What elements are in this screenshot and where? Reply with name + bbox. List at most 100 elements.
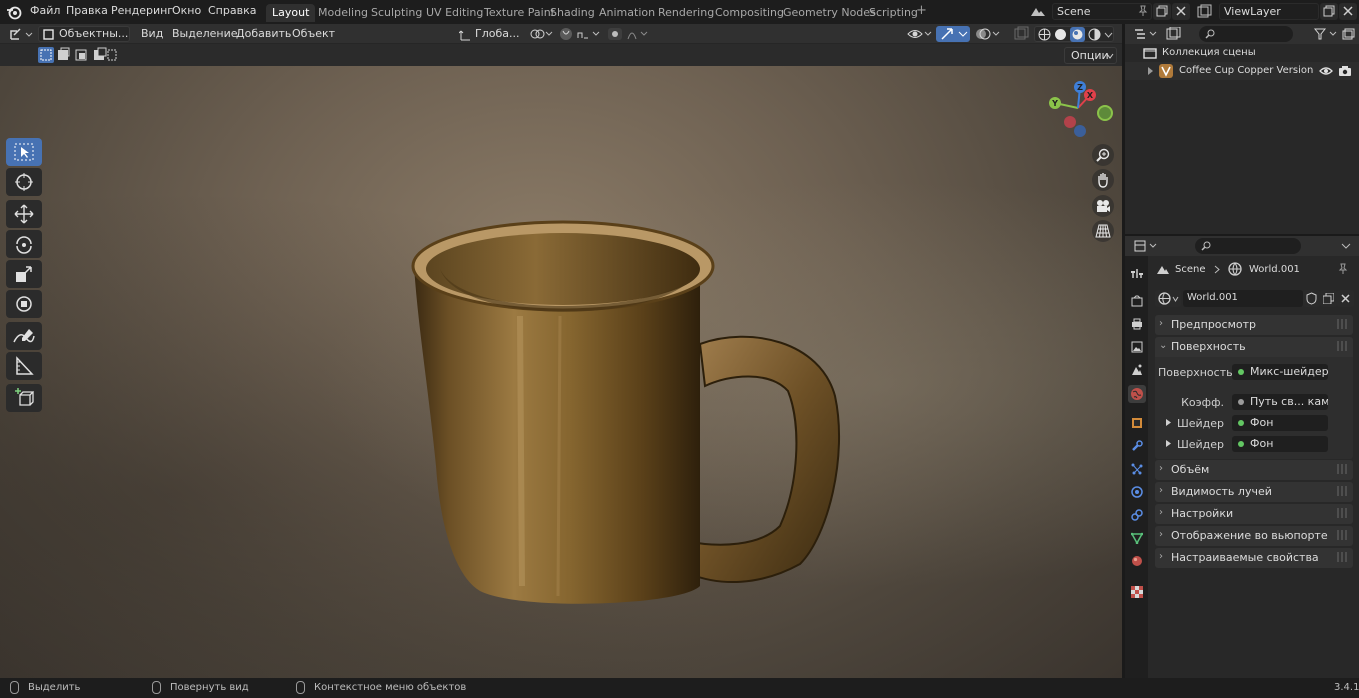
menu-select[interactable]: Выделение xyxy=(168,26,242,42)
pin-icon[interactable] xyxy=(1337,263,1349,275)
scene-selector-icon[interactable] xyxy=(1028,4,1050,20)
new-scene-button[interactable] xyxy=(1153,3,1171,20)
menu-window[interactable]: Окно xyxy=(172,4,201,17)
drag-grip-icon[interactable] xyxy=(1337,341,1349,351)
new-world-button[interactable] xyxy=(1320,290,1337,307)
tab-constraints[interactable] xyxy=(1128,506,1146,524)
menu-object[interactable]: Объект xyxy=(288,26,339,42)
area-divider[interactable] xyxy=(1122,24,1125,678)
navigation-gizmo[interactable]: X Y Z xyxy=(1040,76,1120,146)
menu-view[interactable]: Вид xyxy=(137,26,167,42)
chevron-down-icon[interactable] xyxy=(1104,31,1113,39)
drag-grip-icon[interactable] xyxy=(1337,530,1349,540)
rendered-shading-icon[interactable] xyxy=(1088,28,1101,41)
tab-layout[interactable]: Layout xyxy=(266,4,316,22)
3d-viewport[interactable]: X Y Z xyxy=(0,66,1122,678)
editor-type-icon[interactable] xyxy=(1133,239,1159,253)
eye-icon[interactable] xyxy=(1319,65,1333,77)
blender-logo-icon[interactable] xyxy=(6,4,22,20)
outliner-search-input[interactable] xyxy=(1199,26,1293,42)
filter-icon[interactable] xyxy=(1313,27,1339,41)
options-button[interactable]: Опции xyxy=(1064,47,1117,64)
panel-surface[interactable]: ⌄ Поверхность xyxy=(1155,337,1353,357)
editor-type-icon[interactable] xyxy=(8,26,34,42)
tab-animation[interactable]: Animation xyxy=(593,4,661,22)
menu-file[interactable]: Файл xyxy=(30,4,60,17)
tab-world[interactable] xyxy=(1128,385,1146,403)
material-preview-icon[interactable] xyxy=(1070,27,1085,42)
zoom-button[interactable] xyxy=(1092,144,1114,166)
shader2-field[interactable]: Фон xyxy=(1232,436,1328,452)
select-box-tool[interactable] xyxy=(6,138,42,166)
view-layer-field[interactable]: ViewLayer xyxy=(1219,3,1319,20)
scale-tool[interactable] xyxy=(6,260,42,288)
world-browse-button[interactable] xyxy=(1155,290,1181,307)
tab-scripting[interactable]: Scripting xyxy=(863,4,924,22)
toggle-perspective-button[interactable] xyxy=(1092,220,1114,242)
mode-selector[interactable]: Объектны... xyxy=(38,26,130,42)
pivot-point-icon[interactable] xyxy=(528,27,554,41)
shader1-field[interactable]: Фон xyxy=(1232,415,1328,431)
xray-icon[interactable] xyxy=(1012,26,1030,42)
rotate-tool[interactable] xyxy=(6,230,42,258)
tab-output[interactable] xyxy=(1128,315,1146,333)
solid-shading-icon[interactable] xyxy=(1054,28,1067,41)
coffee-cup-mesh[interactable] xyxy=(400,166,860,606)
panel-viewport-display[interactable]: › Отображение во вьюпорте xyxy=(1155,526,1353,546)
pan-button[interactable] xyxy=(1092,169,1114,191)
world-name-field[interactable]: World.001 xyxy=(1183,290,1303,307)
wireframe-shading-icon[interactable] xyxy=(1038,28,1051,41)
panel-preview[interactable]: › Предпросмотр xyxy=(1155,315,1353,335)
view-layer-icon[interactable] xyxy=(1195,4,1217,20)
properties-search-input[interactable] xyxy=(1195,238,1301,254)
add-workspace-icon[interactable]: + xyxy=(916,4,927,18)
tab-data[interactable] xyxy=(1128,529,1146,547)
chevron-down-icon[interactable] xyxy=(1341,242,1351,250)
measure-tool[interactable] xyxy=(6,352,42,380)
outliner-row-coffee-cup[interactable]: Coffee Cup Copper Version xyxy=(1125,62,1359,80)
menu-add[interactable]: Добавить xyxy=(232,26,295,42)
selection-mode-icons[interactable] xyxy=(38,47,118,63)
tab-material[interactable] xyxy=(1128,552,1146,570)
transform-orientation-selector[interactable]: Глоба... xyxy=(456,26,522,42)
unlink-world-button[interactable] xyxy=(1337,290,1354,307)
drag-grip-icon[interactable] xyxy=(1337,464,1349,474)
expand-triangle-icon[interactable] xyxy=(1147,67,1154,75)
snap-icon[interactable] xyxy=(558,27,602,41)
tab-render[interactable] xyxy=(1128,292,1146,310)
editor-type-icon[interactable] xyxy=(1133,27,1159,41)
tab-texture[interactable] xyxy=(1128,583,1146,601)
transform-tool[interactable] xyxy=(6,290,42,318)
annotate-tool[interactable] xyxy=(6,322,42,350)
move-tool[interactable] xyxy=(6,200,42,228)
delete-scene-button[interactable] xyxy=(1172,3,1190,20)
outliner-row-scene-collection[interactable]: Коллекция сцены xyxy=(1125,44,1359,62)
pin-icon[interactable] xyxy=(1137,5,1149,17)
surface-shader-field[interactable]: Микс-шейдер xyxy=(1232,364,1328,380)
tab-view-layer[interactable] xyxy=(1128,338,1146,356)
tab-tool[interactable] xyxy=(1128,264,1146,282)
proportional-editing-icon[interactable] xyxy=(606,27,650,41)
new-collection-icon[interactable] xyxy=(1341,27,1355,41)
tab-sculpting[interactable]: Sculpting xyxy=(365,4,428,22)
fac-field[interactable]: Путь св... камеры xyxy=(1232,394,1328,410)
tab-object[interactable] xyxy=(1128,414,1146,432)
new-view-layer-button[interactable] xyxy=(1320,3,1338,20)
overlays-icon[interactable] xyxy=(974,26,1000,42)
tab-modifiers[interactable] xyxy=(1128,437,1146,455)
tab-particles[interactable] xyxy=(1128,460,1146,478)
display-mode-icon[interactable] xyxy=(1165,27,1185,41)
drag-grip-icon[interactable] xyxy=(1337,319,1349,329)
menu-render[interactable]: Рендеринг xyxy=(111,4,173,17)
gizmo-toggle[interactable] xyxy=(936,26,970,42)
panel-custom-properties[interactable]: › Настраиваемые свойства xyxy=(1155,548,1353,568)
fake-user-button[interactable] xyxy=(1303,290,1320,307)
drag-grip-icon[interactable] xyxy=(1337,508,1349,518)
camera-view-button[interactable] xyxy=(1092,195,1114,217)
tab-scene[interactable] xyxy=(1128,361,1146,379)
add-cube-tool[interactable] xyxy=(6,384,42,412)
area-divider[interactable] xyxy=(1125,234,1359,236)
panel-settings[interactable]: › Настройки xyxy=(1155,504,1353,524)
tab-physics[interactable] xyxy=(1128,483,1146,501)
menu-help[interactable]: Справка xyxy=(208,4,256,17)
